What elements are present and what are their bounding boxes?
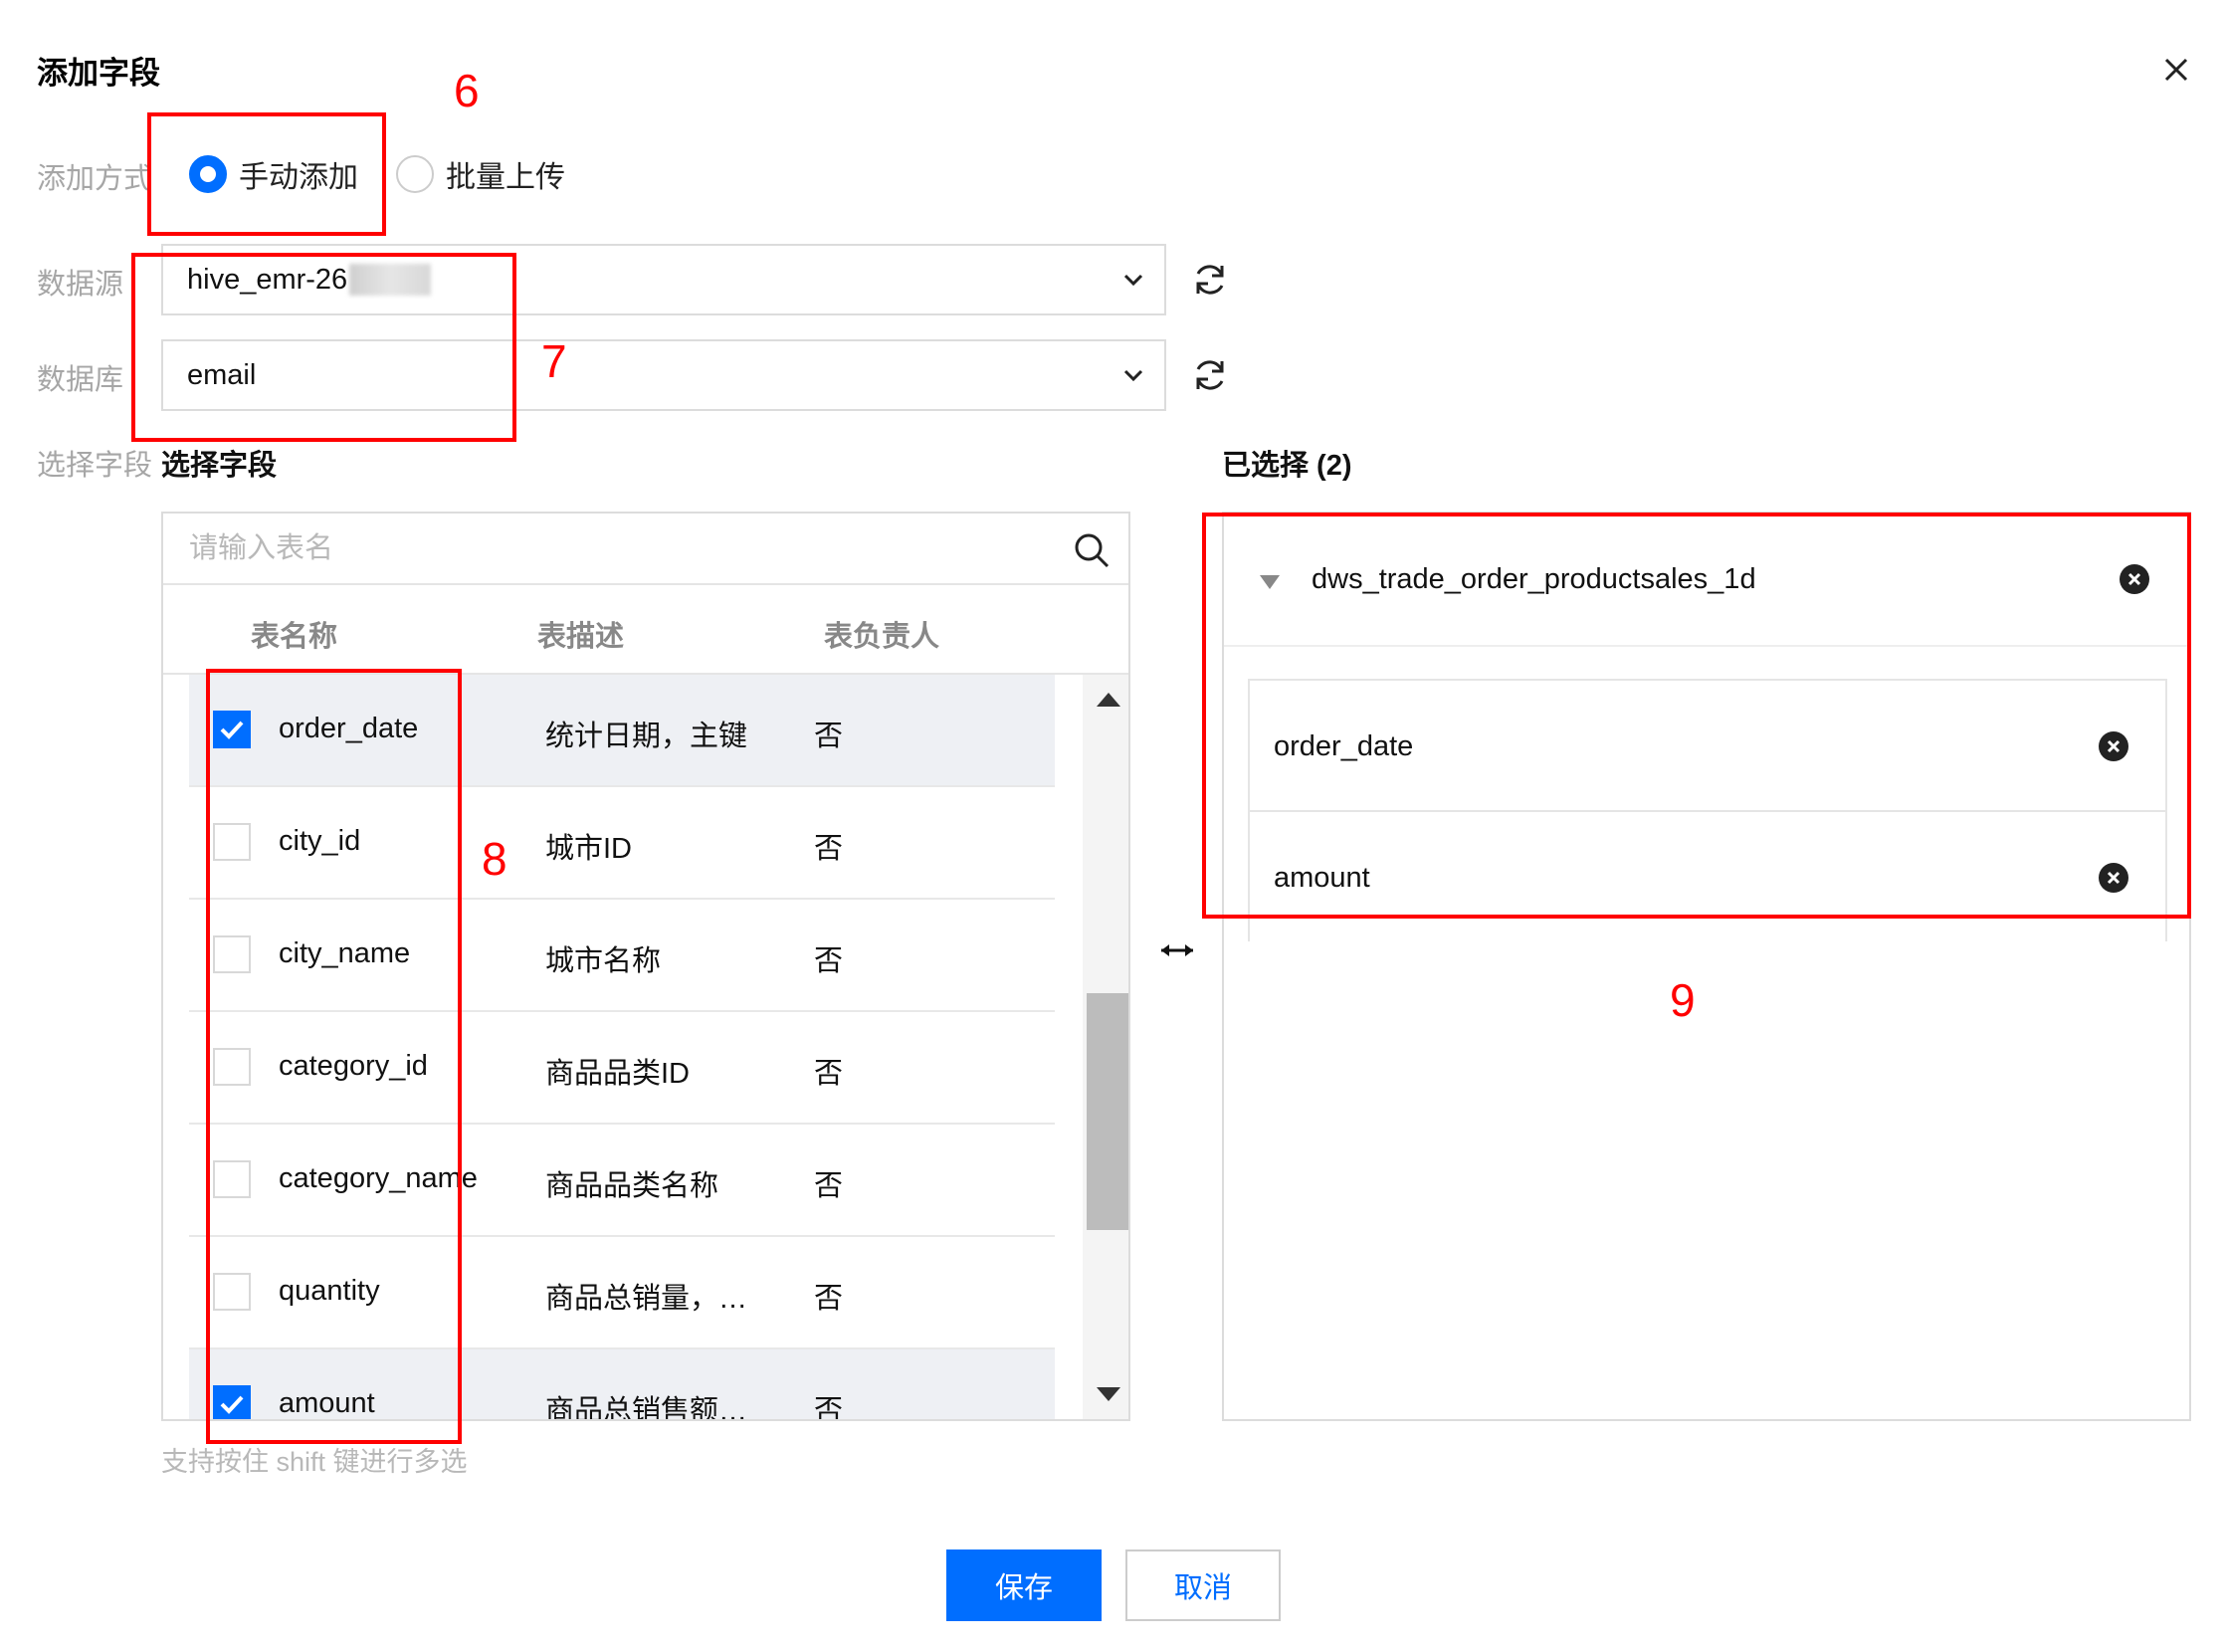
row-owner: 否 — [814, 1395, 844, 1421]
row-name: order_date — [279, 713, 419, 744]
redacted-blur — [349, 264, 432, 296]
scroll-up-arrow-icon[interactable] — [1097, 693, 1120, 707]
datasource-select[interactable]: hive_emr-26 — [161, 244, 1166, 315]
selected-group[interactable]: dws_trade_order_productsales_1d — [1224, 514, 2189, 647]
dialog-title: 添加字段 — [37, 56, 160, 91]
checkbox[interactable] — [213, 823, 251, 861]
refresh-icon[interactable] — [1190, 260, 1230, 300]
row-name: city_id — [279, 825, 361, 857]
row-desc: 商品总销售额… — [545, 1395, 748, 1421]
datasource-value: hive_emr-26 — [187, 263, 348, 296]
row-desc: 统计日期，主键 — [545, 721, 748, 752]
database-value: email — [187, 358, 257, 391]
column-header-owner[interactable]: 表负责人 — [824, 613, 939, 655]
table-row[interactable]: category_id 商品品类ID 否 — [189, 1012, 1055, 1125]
close-icon[interactable] — [2159, 53, 2193, 87]
check-icon — [220, 1395, 244, 1414]
table-row[interactable]: city_id 城市ID 否 — [189, 787, 1055, 900]
table-rows: order_date 统计日期，主键 否 city_id 城市ID 否 city… — [189, 675, 1085, 1421]
scroll-thumb[interactable] — [1087, 993, 1128, 1230]
radio-unchecked-icon — [396, 155, 434, 193]
annotation-number: 7 — [541, 335, 567, 387]
annotation-number: 9 — [1670, 974, 1696, 1026]
table-row[interactable]: order_date 统计日期，主键 否 — [189, 675, 1055, 787]
cancel-button[interactable]: 取消 — [1125, 1549, 1281, 1621]
remove-circle-icon[interactable] — [2098, 730, 2129, 762]
checkbox[interactable] — [213, 1385, 251, 1419]
search-input[interactable] — [189, 531, 1035, 565]
row-owner: 否 — [814, 833, 844, 865]
check-icon — [220, 721, 244, 739]
selected-item-label: order_date — [1274, 730, 1414, 762]
selected-panel: dws_trade_order_productsales_1d order_da… — [1222, 512, 2191, 1421]
save-button[interactable]: 保存 — [946, 1549, 1102, 1621]
annotation-number: 6 — [454, 65, 480, 116]
table-row[interactable]: amount 商品总销售额… 否 — [189, 1349, 1055, 1421]
row-owner: 否 — [814, 1283, 844, 1315]
row-name: city_name — [279, 937, 411, 969]
remove-circle-icon[interactable] — [2098, 862, 2129, 894]
row-owner: 否 — [814, 945, 844, 977]
caret-down-icon[interactable] — [1260, 575, 1280, 589]
row-desc: 商品总销量，… — [545, 1283, 748, 1315]
datasource-label: 数据源 — [37, 269, 124, 301]
radio-manual-add-label: 手动添加 — [239, 161, 358, 194]
selected-item: amount — [1250, 812, 2165, 943]
column-header-desc[interactable]: 表描述 — [537, 613, 624, 655]
row-desc: 城市ID — [545, 833, 633, 865]
table-row[interactable]: city_name 城市名称 否 — [189, 900, 1055, 1012]
database-select[interactable]: email — [161, 339, 1166, 411]
table-panel: 表名称 表描述 表负责人 order_date 统计日期，主键 否 city_i… — [161, 512, 1130, 1421]
transfer-arrows-icon — [1161, 944, 1193, 956]
row-owner: 否 — [814, 1170, 844, 1202]
database-label: 数据库 — [37, 364, 124, 396]
row-name: category_id — [279, 1050, 428, 1082]
scrollbar[interactable] — [1083, 675, 1128, 1419]
chevron-down-icon — [1123, 369, 1143, 382]
table-row[interactable]: category_name 商品品类名称 否 — [189, 1125, 1055, 1237]
row-name: quantity — [279, 1275, 380, 1307]
row-name: category_name — [279, 1162, 478, 1194]
selected-item: order_date — [1250, 681, 2165, 812]
search-icon[interactable] — [1073, 531, 1111, 569]
row-desc: 城市名称 — [545, 945, 662, 977]
chevron-down-icon — [1123, 274, 1143, 287]
multi-select-hint: 支持按住 shift 键进行多选 — [161, 1447, 468, 1477]
selected-title: 已选择 (2) — [1222, 450, 1352, 482]
selected-group-name: dws_trade_order_productsales_1d — [1312, 563, 1756, 595]
checkbox[interactable] — [213, 935, 251, 973]
radio-checked-icon — [189, 155, 227, 193]
refresh-icon[interactable] — [1190, 355, 1230, 395]
remove-circle-icon[interactable] — [2119, 563, 2150, 595]
column-header-name[interactable]: 表名称 — [251, 613, 337, 655]
left-panel-title: 选择字段 — [161, 450, 278, 482]
annotation-number: 8 — [482, 833, 507, 885]
table-row[interactable]: quantity 商品总销量，… 否 — [189, 1237, 1055, 1349]
row-owner: 否 — [814, 1058, 844, 1090]
checkbox[interactable] — [213, 711, 251, 748]
row-name: amount — [279, 1387, 375, 1419]
scroll-down-arrow-icon[interactable] — [1097, 1387, 1120, 1401]
row-desc: 商品品类名称 — [545, 1170, 719, 1202]
add-method-label: 添加方式 — [37, 163, 153, 195]
checkbox[interactable] — [213, 1160, 251, 1198]
select-field-label: 选择字段 — [37, 450, 153, 482]
radio-batch-upload[interactable]: 批量上传 — [396, 152, 565, 196]
search-row — [163, 514, 1128, 585]
row-desc: 商品品类ID — [545, 1058, 691, 1090]
selected-list: order_date amount — [1248, 679, 2167, 941]
checkbox[interactable] — [213, 1273, 251, 1311]
table-header: 表名称 表描述 表负责人 — [163, 585, 1128, 675]
radio-manual-add[interactable]: 手动添加 — [189, 152, 358, 196]
checkbox[interactable] — [213, 1048, 251, 1086]
radio-batch-upload-label: 批量上传 — [446, 161, 565, 194]
selected-item-label: amount — [1274, 862, 1370, 894]
row-owner: 否 — [814, 721, 844, 752]
